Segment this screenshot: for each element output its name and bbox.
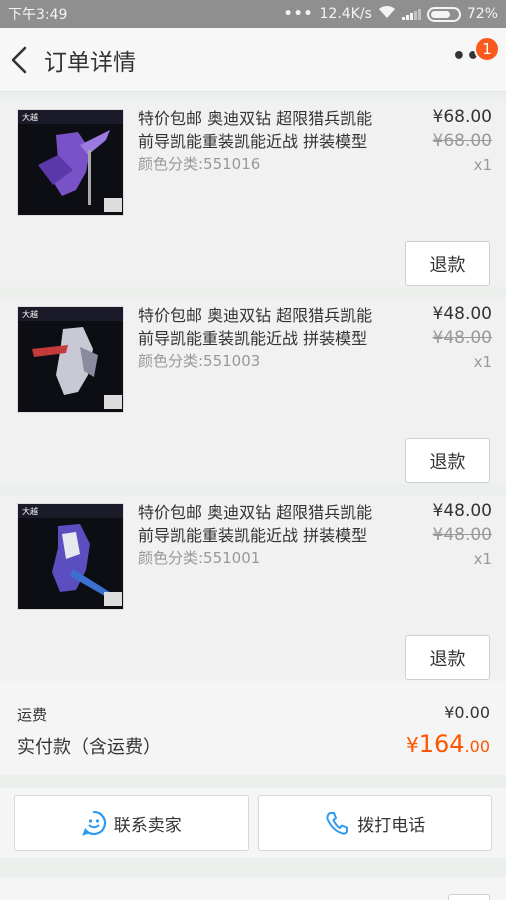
contact-seller-label: 联系卖家 xyxy=(113,815,182,836)
product-price: ¥68.00 xyxy=(432,107,492,127)
signal-icon xyxy=(401,8,421,20)
paid-label: 实付款（含运费） xyxy=(17,737,161,758)
partial-button[interactable] xyxy=(448,894,490,900)
shipping-label: 运费 xyxy=(17,706,48,724)
product-thumbnail[interactable]: 大越 xyxy=(17,503,124,610)
refund-button[interactable]: 退款 xyxy=(405,241,490,286)
product-original-price: ¥48.00 xyxy=(432,525,492,545)
wifi-icon xyxy=(378,5,396,23)
product-quantity: x1 xyxy=(473,550,492,568)
product-name: 特价包邮 奥迪双钻 超限猎兵凯能前导凯能重装凯能近战 拼装模型 xyxy=(138,306,373,348)
battery-percent: 72% xyxy=(466,6,498,22)
product-name: 特价包邮 奥迪双钻 超限猎兵凯能前导凯能重装凯能近战 拼装模型 xyxy=(138,503,373,545)
paid-currency: ¥ xyxy=(406,733,419,757)
product-quantity: x1 xyxy=(473,353,492,371)
call-phone-button[interactable]: 拨打电话 xyxy=(257,795,492,851)
order-totals: 运费 ¥0.00 实付款（含运费） ¥164.00 xyxy=(0,681,506,775)
order-item[interactable]: 大越 特价包邮 奥迪双钻 超限猎兵凯能前导凯能重装凯能近战 拼装模型 颜色分类:… xyxy=(0,101,506,287)
battery-icon xyxy=(426,6,461,22)
next-section-card xyxy=(0,877,506,900)
network-speed: 12.4K/s xyxy=(319,6,372,22)
product-original-price: ¥48.00 xyxy=(432,328,492,348)
status-bar: 下午3:49 ••• 12.4K/s 72% xyxy=(0,0,506,28)
back-button[interactable] xyxy=(10,40,40,80)
refund-button[interactable]: 退款 xyxy=(405,635,490,680)
page-header: 订单详情 ••• 1 xyxy=(0,28,506,92)
svg-text:大越: 大越 xyxy=(22,112,38,122)
contact-bar: 联系卖家 拨打电话 xyxy=(0,788,506,858)
call-phone-label: 拨打电话 xyxy=(357,815,426,836)
product-price: ¥48.00 xyxy=(432,304,492,324)
phone-icon xyxy=(326,812,349,835)
product-name: 特价包邮 奥迪双钻 超限猎兵凯能前导凯能重装凯能近战 拼装模型 xyxy=(138,109,373,151)
more-button[interactable]: ••• 1 xyxy=(450,35,500,80)
svg-text:大越: 大越 xyxy=(22,506,38,516)
back-chevron-icon xyxy=(11,46,27,73)
paid-integer: 164 xyxy=(418,730,465,758)
product-quantity: x1 xyxy=(473,156,492,174)
contact-seller-button[interactable]: 联系卖家 xyxy=(14,795,249,851)
refund-button[interactable]: 退款 xyxy=(405,438,490,483)
product-original-price: ¥68.00 xyxy=(432,131,492,151)
product-thumbnail[interactable]: 大越 xyxy=(17,306,124,413)
product-thumbnail[interactable]: 大越 xyxy=(17,109,124,216)
page-title: 订单详情 xyxy=(44,49,136,76)
status-time: 下午3:49 xyxy=(8,7,68,23)
product-sku: 颜色分类:551001 xyxy=(138,549,261,567)
paid-amount: ¥164.00 xyxy=(406,730,490,758)
order-item[interactable]: 大越 特价包邮 奥迪双钻 超限猎兵凯能前导凯能重装凯能近战 拼装模型 颜色分类:… xyxy=(0,298,506,484)
notification-badge: 1 xyxy=(474,35,500,62)
product-sku: 颜色分类:551016 xyxy=(138,155,261,173)
notification-dots: ••• xyxy=(283,6,314,22)
product-price: ¥48.00 xyxy=(432,501,492,521)
product-sku: 颜色分类:551003 xyxy=(138,352,261,370)
shipping-value: ¥0.00 xyxy=(444,703,490,722)
svg-text:大越: 大越 xyxy=(22,309,38,319)
paid-decimal: .00 xyxy=(464,737,490,756)
order-item[interactable]: 大越 特价包邮 奥迪双钻 超限猎兵凯能前导凯能重装凯能近战 拼装模型 颜色分类:… xyxy=(0,495,506,681)
chat-smile-icon xyxy=(81,810,106,836)
